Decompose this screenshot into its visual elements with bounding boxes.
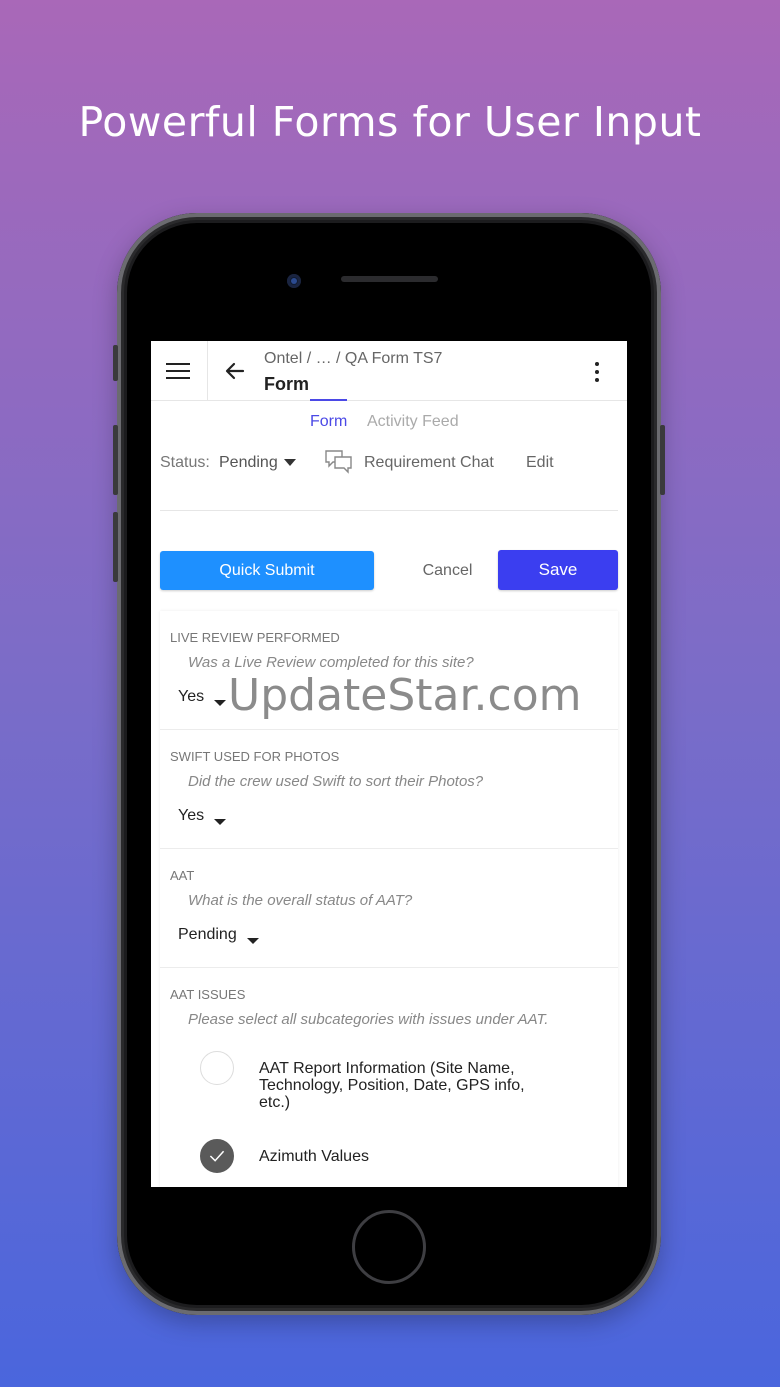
option-label[interactable]: AAT Report Information (Site Name, Techn… — [259, 1060, 549, 1111]
question-title: LIVE REVIEW PERFORMED — [170, 630, 340, 645]
quick-submit-button[interactable]: Quick Submit — [160, 551, 374, 590]
edit-link[interactable]: Edit — [526, 454, 554, 472]
tab-activity-feed[interactable]: Activity Feed — [367, 413, 459, 431]
app-screen: Ontel / … / QA Form TS7 Form Form Activi… — [151, 341, 627, 1187]
earpiece-speaker — [341, 276, 438, 282]
checkbox-report-info[interactable] — [200, 1051, 234, 1085]
question-title: AAT ISSUES — [170, 987, 246, 1002]
requirement-chat-link[interactable]: Requirement Chat — [364, 454, 494, 472]
more-options-icon[interactable] — [591, 362, 603, 384]
toolbar-divider — [207, 341, 208, 400]
tab-form[interactable]: Form — [310, 399, 348, 431]
dropdown-caret-icon — [214, 819, 227, 825]
question-help: What is the overall status of AAT? — [188, 892, 413, 909]
phone-mute-switch — [113, 345, 118, 381]
question-help: Was a Live Review completed for this sit… — [188, 654, 474, 671]
option-label[interactable]: Azimuth Values — [259, 1148, 549, 1165]
cancel-button[interactable]: Cancel — [406, 551, 489, 590]
answer-value: Yes — [178, 807, 205, 824]
question-card: AAT ISSUES Please select all subcategori… — [160, 968, 618, 1187]
answer-dropdown[interactable]: Pending — [178, 926, 259, 944]
top-app-bar: Ontel / … / QA Form TS7 Form — [151, 341, 627, 401]
answer-value: Pending — [178, 926, 237, 943]
question-card: AAT What is the overall status of AAT? P… — [160, 849, 618, 968]
chat-bubbles-icon[interactable] — [325, 449, 353, 475]
page-title: Form — [264, 374, 309, 394]
front-camera — [287, 274, 301, 288]
caret-down-icon — [283, 459, 296, 467]
question-help: Did the crew used Swift to sort their Ph… — [188, 773, 484, 790]
answer-dropdown[interactable]: Yes — [178, 807, 227, 825]
checkbox-azimuth-values[interactable] — [200, 1139, 234, 1173]
status-value: Pending — [219, 454, 278, 471]
phone-volume-down — [113, 512, 118, 582]
phone-volume-up — [113, 425, 118, 495]
phone-power-button — [660, 425, 665, 495]
dropdown-caret-icon — [246, 938, 259, 944]
question-title: SWIFT USED FOR PHOTOS — [170, 749, 340, 764]
home-button — [352, 1210, 426, 1284]
watermark-text: UpdateStar.com — [228, 670, 582, 721]
check-icon — [209, 1150, 225, 1162]
headline: Powerful Forms for User Input — [78, 98, 702, 146]
status-label: Status: — [160, 454, 210, 471]
breadcrumb[interactable]: Ontel / … / QA Form TS7 — [264, 350, 442, 368]
question-help: Please select all subcategories with iss… — [188, 1011, 549, 1028]
divider — [160, 510, 618, 511]
question-title: AAT — [170, 868, 195, 883]
save-button[interactable]: Save — [498, 550, 618, 590]
answer-value: Yes — [178, 688, 205, 705]
status-dropdown[interactable]: Pending — [219, 454, 296, 472]
dropdown-caret-icon — [214, 700, 227, 706]
back-arrow-icon[interactable] — [223, 359, 247, 383]
answer-dropdown[interactable]: Yes — [178, 688, 227, 706]
hamburger-menu-icon[interactable] — [166, 363, 190, 380]
question-card: SWIFT USED FOR PHOTOS Did the crew used … — [160, 730, 618, 849]
